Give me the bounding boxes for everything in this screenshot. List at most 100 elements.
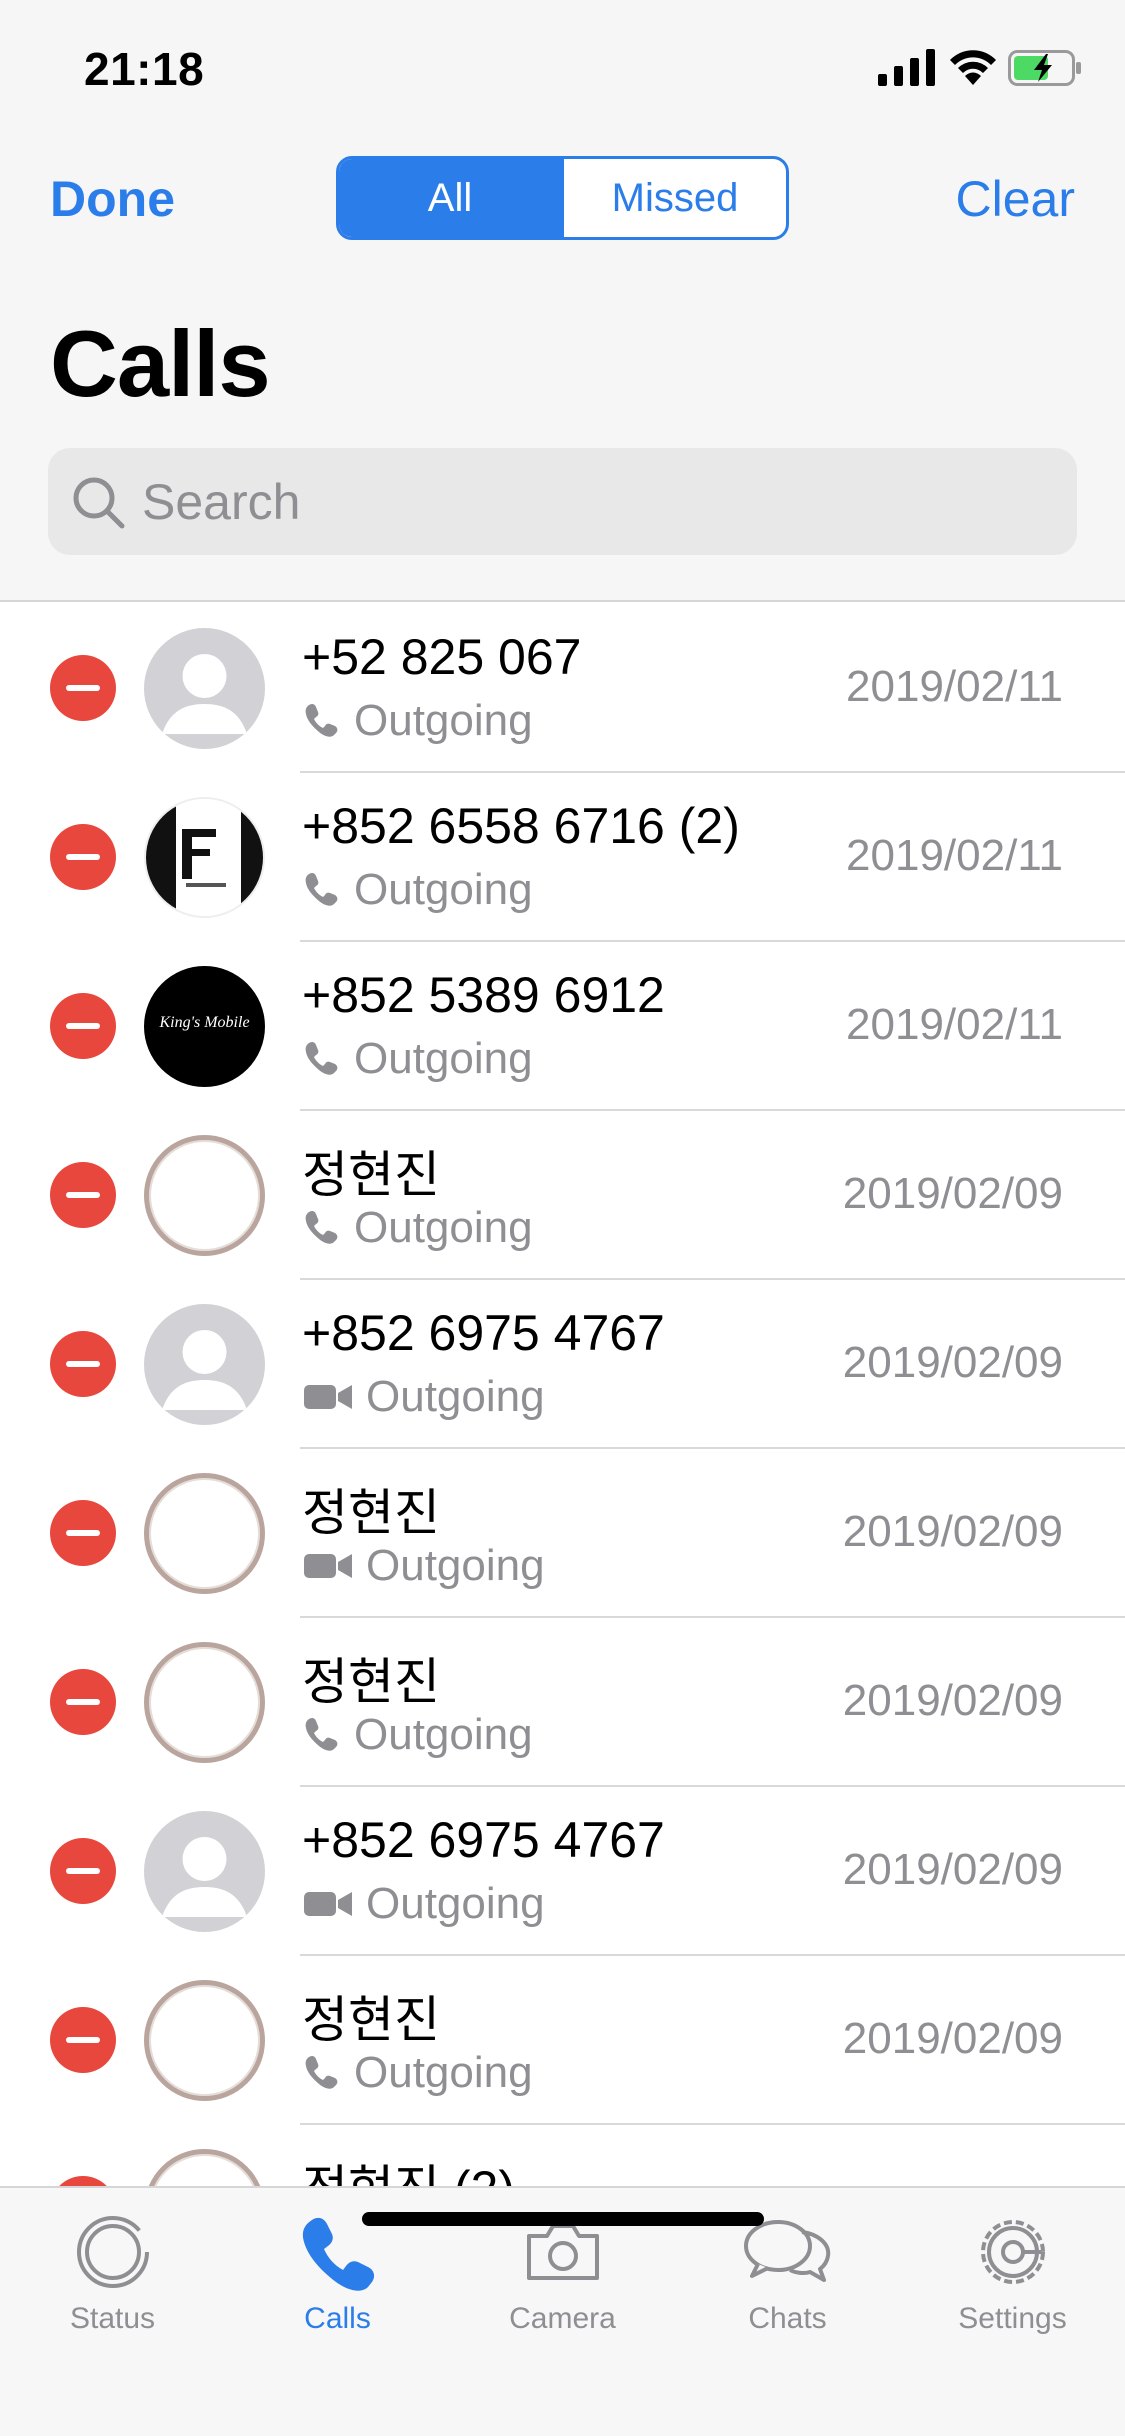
caller-name: 정현진 <box>302 1992 440 2048</box>
avatar[interactable] <box>144 1135 265 1256</box>
call-date: 2019/02/09 <box>842 1845 1063 1894</box>
avatar[interactable] <box>144 1304 265 1425</box>
call-row[interactable]: 정현진 Outgoing 2019/02/09 <box>0 1618 1125 1787</box>
caller-name: +852 5389 6912 <box>302 967 665 1023</box>
avatar[interactable] <box>144 628 265 749</box>
avatar[interactable]: King's Mobile <box>144 966 265 1087</box>
delete-call-button[interactable] <box>50 1162 116 1228</box>
tab-status-label: Status <box>69 2302 156 2335</box>
phone-call-icon <box>305 703 338 737</box>
call-direction-label: Outgoing <box>354 696 533 745</box>
delete-call-button[interactable] <box>50 655 116 721</box>
status-time: 21:18 <box>84 43 205 95</box>
default-person-icon <box>162 654 247 734</box>
phone-call-icon <box>305 2055 338 2089</box>
tab-status[interactable]: Status <box>0 2210 225 2336</box>
caller-name: 정현진 <box>302 1147 440 1203</box>
call-row[interactable]: +852 6975 4767 Outgoing 2019/02/09 <box>0 1280 1125 1449</box>
call-type: Outgoing <box>302 696 533 746</box>
call-direction-label: Outgoing <box>366 1879 545 1928</box>
tab-calls[interactable]: Calls <box>225 2210 450 2336</box>
phone-call-icon <box>305 1717 338 1751</box>
call-row[interactable]: +852 6558 6716 (2) Outgoing 2019/02/11 <box>0 773 1125 942</box>
delete-call-button[interactable] <box>50 824 116 890</box>
tab-settings-label: Settings <box>958 2302 1067 2335</box>
caller-name: +852 6558 6716 (2) <box>302 798 740 854</box>
call-direction-label: Outgoing <box>366 1541 545 1590</box>
cellular-signal-icon <box>878 49 935 86</box>
status-icon <box>76 2216 149 2288</box>
call-date: 2019/02/09 <box>842 1676 1063 1725</box>
calls-filter-segmented-control: All Missed <box>336 156 789 240</box>
delete-call-button[interactable] <box>50 1500 116 1566</box>
call-date: 2019/02/09 <box>842 1338 1063 1387</box>
clear-button[interactable]: Clear <box>956 170 1075 228</box>
search-bar[interactable] <box>48 448 1077 555</box>
call-date: 2019/02/09 <box>842 2014 1063 2063</box>
avatar-logo-text: King's Mobile <box>159 1014 250 1031</box>
delete-call-button[interactable] <box>50 2176 116 2186</box>
battery-charging-icon <box>1008 50 1081 86</box>
delete-call-button[interactable] <box>50 1838 116 1904</box>
call-type: Outgoing <box>302 1879 545 1929</box>
done-button[interactable]: Done <box>50 170 175 228</box>
caller-name: +852 6975 4767 <box>302 1812 665 1868</box>
call-direction-label: Outgoing <box>354 865 533 914</box>
video-call-icon <box>304 1892 352 1916</box>
phone-call-icon <box>305 872 338 906</box>
search-input[interactable] <box>142 472 1042 531</box>
call-direction-label: Outgoing <box>366 1372 545 1421</box>
delete-call-button[interactable] <box>50 1331 116 1397</box>
phone-call-icon <box>305 1210 338 1244</box>
default-person-icon <box>162 1837 247 1917</box>
video-call-icon <box>304 1554 352 1578</box>
tab-calls-label: Calls <box>304 2302 371 2335</box>
default-person-icon <box>162 1330 247 1410</box>
call-direction-label: Outgoing <box>354 2048 533 2097</box>
delete-call-button[interactable] <box>50 1669 116 1735</box>
delete-call-button[interactable] <box>50 993 116 1059</box>
tab-chats-label: Chats <box>748 2302 827 2335</box>
header: 21:18 Done All Missed Clear Calls <box>0 0 1125 602</box>
call-direction-label: Outgoing <box>354 1203 533 1252</box>
call-type: Outgoing <box>302 1372 545 1422</box>
home-indicator <box>362 2212 764 2226</box>
call-row[interactable]: King's Mobile +852 5389 6912 Outgoing 2019/… <box>0 942 1125 1111</box>
avatar[interactable] <box>144 1473 265 1594</box>
avatar[interactable] <box>144 797 265 918</box>
gear-icon <box>980 2220 1045 2284</box>
call-type: Outgoing <box>302 2048 533 2098</box>
call-row[interactable]: 정현진 Outgoing 2019/02/09 <box>0 1956 1125 2125</box>
segment-all[interactable]: All <box>339 159 561 237</box>
call-row[interactable]: 정현진 Outgoing 2019/02/09 <box>0 1449 1125 1618</box>
call-direction-label: Outgoing <box>354 1710 533 1759</box>
avatar[interactable] <box>144 1642 265 1763</box>
caller-name: 정현진 (2) <box>302 2149 515 2186</box>
call-row[interactable]: 정현진 Outgoing 2019/02/09 <box>0 1111 1125 1280</box>
call-date: 2019/02/11 <box>846 1000 1063 1049</box>
call-row[interactable]: +52 825 067 Outgoing 2019/02/11 <box>0 604 1125 773</box>
call-direction-label: Outgoing <box>354 1034 533 1083</box>
brand-logo-image <box>146 799 263 916</box>
avatar[interactable] <box>144 1811 265 1932</box>
tab-camera[interactable]: Camera <box>450 2210 675 2336</box>
call-type: Outgoing <box>302 865 533 915</box>
call-row[interactable]: +852 6975 4767 Outgoing 2019/02/09 <box>0 1787 1125 1956</box>
call-date: 2019/02/09 <box>842 1507 1063 1556</box>
call-date: 2019/02/09 <box>842 1169 1063 1218</box>
avatar[interactable] <box>144 2149 265 2186</box>
segment-missed[interactable]: Missed <box>561 159 786 237</box>
avatar[interactable] <box>144 1980 265 2101</box>
delete-call-button[interactable] <box>50 2007 116 2073</box>
wifi-icon <box>950 50 996 85</box>
tab-settings[interactable]: Settings <box>900 2210 1125 2336</box>
video-call-icon <box>304 1385 352 1409</box>
call-date: 2019/02/11 <box>846 831 1063 880</box>
caller-name: 정현진 <box>302 1654 440 1710</box>
status-bar: 21:18 <box>0 0 1125 130</box>
tab-chats[interactable]: Chats <box>675 2210 900 2336</box>
call-row[interactable]: 정현진 (2)Outgoing <box>0 2125 1125 2186</box>
call-type: Outgoing <box>302 1541 545 1591</box>
call-type: Outgoing <box>302 1203 533 1253</box>
nav-row: Done All Missed Clear <box>0 150 1125 250</box>
